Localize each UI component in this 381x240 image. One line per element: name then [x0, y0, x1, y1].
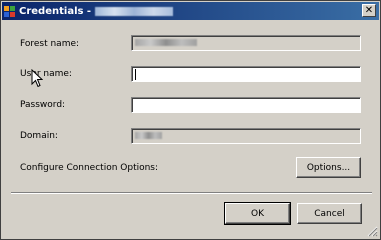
close-icon[interactable]: ✕ — [362, 4, 376, 17]
credentials-dialog: Credentials - ✕ Forest name: User name: … — [0, 0, 381, 240]
redacted-domain — [135, 132, 162, 139]
redacted-forest-name — [135, 39, 197, 46]
mouse-cursor-icon — [31, 69, 43, 88]
user-name-field[interactable] — [131, 66, 361, 82]
app-icon — [4, 5, 15, 17]
password-field[interactable] — [131, 97, 361, 113]
domain-field — [131, 128, 361, 144]
password-label: Password: — [20, 100, 66, 110]
text-caret — [135, 69, 136, 80]
user-name-label: User name: — [20, 69, 72, 79]
domain-label: Domain: — [20, 131, 58, 141]
window-title: Credentials - — [19, 5, 92, 17]
connection-options-label: Configure Connection Options: — [20, 163, 159, 173]
forest-name-label: Forest name: — [20, 39, 80, 49]
forest-name-field — [131, 35, 361, 51]
cancel-button[interactable]: Cancel — [297, 203, 362, 224]
ok-button[interactable]: OK — [224, 202, 291, 225]
separator — [11, 192, 372, 194]
redacted-title-text — [95, 6, 174, 16]
resize-grip-icon[interactable] — [366, 225, 378, 237]
title-bar[interactable]: Credentials - ✕ — [2, 2, 379, 20]
options-button[interactable]: Options... — [296, 157, 361, 178]
